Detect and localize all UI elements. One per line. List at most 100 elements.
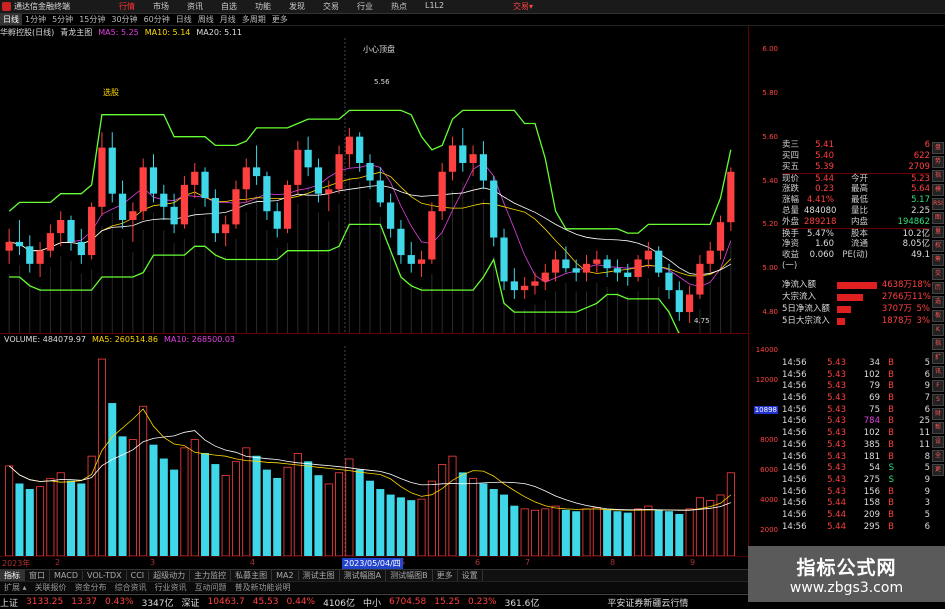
sidebar-button[interactable]: F xyxy=(932,380,944,392)
indicator-tab[interactable]: 私募主图 xyxy=(231,570,273,581)
trade-row[interactable]: 14:56 5.43 54 S 5 xyxy=(782,463,930,475)
period-button[interactable]: 月线 xyxy=(217,14,239,25)
indicator-tab[interactable]: CCI xyxy=(127,571,150,580)
menu-item[interactable]: 市场 xyxy=(144,1,178,12)
menu-item[interactable]: 热点 xyxy=(382,1,416,12)
indicator-tab[interactable]: VOL-TDX xyxy=(83,571,127,580)
indicator-tab[interactable]: MA2 xyxy=(272,571,299,580)
candle-body xyxy=(263,176,271,212)
period-button[interactable]: 日线 xyxy=(173,14,195,25)
indicator-tab[interactable]: MACD xyxy=(50,571,83,580)
trade-row[interactable]: 14:56 5.43 102 B 11 xyxy=(782,428,930,440)
sidebar-button[interactable]: 盘 xyxy=(932,142,944,154)
sidebar-button[interactable]: 量 xyxy=(932,226,944,238)
flow-key: 5日大宗流入 xyxy=(782,316,830,326)
trade-row[interactable]: 14:56 5.43 385 B 11 xyxy=(782,440,930,452)
sidebar-button[interactable]: 势 xyxy=(932,156,944,168)
candle-body xyxy=(15,241,24,247)
indicator-tab[interactable]: 测试幅图B xyxy=(386,570,433,581)
volume-bar xyxy=(427,480,436,556)
period-button[interactable]: 更多 xyxy=(269,14,291,25)
sidebar-button[interactable]: 指 xyxy=(932,338,944,350)
sidebar-button[interactable]: 模 xyxy=(932,184,944,196)
indicator-tab[interactable]: 指标 xyxy=(0,570,25,581)
quote-panel: 卖三 5.41 6 买四 5.40 622 买五 5.39 2709 现价 5.44 今开 5.23 涨跌… xyxy=(782,140,930,271)
sidebar-button[interactable]: 图 xyxy=(932,212,944,224)
sidebar-button[interactable]: 历 xyxy=(932,282,944,294)
indicator-tab[interactable]: 设置 xyxy=(458,570,483,581)
indicator-tab[interactable]: 更多 xyxy=(433,570,458,581)
menu-item[interactable]: 行业 xyxy=(348,1,382,12)
indicator-tab[interactable]: 测试幅图A xyxy=(340,570,387,581)
trade-row[interactable]: 14:56 5.43 156 B 9 xyxy=(782,487,930,499)
trade-row[interactable]: 14:56 5.43 102 B 6 xyxy=(782,370,930,382)
indicator-tab[interactable]: 超级动力 xyxy=(149,570,191,581)
indicator-tab[interactable]: 测试主图 xyxy=(299,570,340,581)
candle-body xyxy=(531,281,539,286)
menu-item[interactable]: 交易 xyxy=(314,1,348,12)
period-button[interactable]: 30分钟 xyxy=(108,14,140,25)
sidebar-button[interactable]: 筹 xyxy=(932,254,944,266)
trade-row[interactable]: 14:56 5.43 79 B 9 xyxy=(782,381,930,393)
extension-tab[interactable]: 综合资讯 xyxy=(111,582,151,593)
volume-bar xyxy=(355,469,364,556)
trade-row[interactable]: 14:56 5.43 181 B 8 xyxy=(782,452,930,464)
extension-tab[interactable]: 资金分布 xyxy=(71,582,111,593)
period-button[interactable]: 15分钟 xyxy=(76,14,108,25)
sidebar-button[interactable]: S xyxy=(932,394,944,406)
sidebar-button[interactable]: 板 xyxy=(932,310,944,322)
period-button[interactable]: 60分钟 xyxy=(141,14,173,25)
period-button[interactable]: 周线 xyxy=(195,14,217,25)
indicator-tab[interactable]: 窗口 xyxy=(25,570,50,581)
period-button[interactable]: 1分钟 xyxy=(22,14,49,25)
trade-row[interactable]: 14:56 5.44 209 B 5 xyxy=(782,510,930,522)
trade-row[interactable]: 14:56 5.43 69 B 7 xyxy=(782,393,930,405)
trade-volume: 34 xyxy=(869,358,880,368)
trade-row[interactable]: 14:56 5.43 784 B 25 xyxy=(782,416,930,428)
candle-body xyxy=(510,281,518,291)
sidebar-button[interactable]: 指 xyxy=(932,170,944,182)
menu-item[interactable]: 功能 xyxy=(246,1,280,12)
sidebar-button[interactable]: 交 xyxy=(932,268,944,280)
trade-row[interactable]: 14:56 5.43 34 B 5 xyxy=(782,358,930,370)
volume-chart[interactable] xyxy=(0,334,748,556)
sidebar-button[interactable]: 财 xyxy=(932,408,944,420)
candle-body xyxy=(675,290,683,313)
sidebar-button[interactable]: RSI xyxy=(932,198,944,210)
menu-item[interactable]: L1L2 xyxy=(416,1,453,12)
volume-bar xyxy=(417,498,426,556)
sidebar-button[interactable]: 设 xyxy=(932,436,944,448)
sidebar-button[interactable]: 更 xyxy=(932,464,944,476)
period-button[interactable]: 5分钟 xyxy=(49,14,76,25)
trade-count: 11 xyxy=(919,428,930,439)
trade-count: 7 xyxy=(924,393,930,404)
period-button[interactable]: 多周期 xyxy=(239,14,269,25)
menu-item[interactable]: 自选 xyxy=(212,1,246,12)
sidebar-button[interactable]: 全 xyxy=(932,450,944,462)
trade-row[interactable]: 14:56 5.43 275 S 9 xyxy=(782,475,930,487)
menu-item[interactable]: 行情 xyxy=(110,1,144,12)
menu-item[interactable]: 发现 xyxy=(280,1,314,12)
sidebar-button[interactable]: 权 xyxy=(932,240,944,252)
tick-trades-list[interactable]: 14:56 5.43 34 B 5 14:56 5.43 102 B 6 14:56 5.43 79 B 9… xyxy=(782,358,930,533)
candle-body xyxy=(706,250,714,264)
sidebar-button[interactable]: 选 xyxy=(932,296,944,308)
sidebar-button[interactable]: 帮 xyxy=(932,422,944,434)
extension-tab[interactable]: 互动问题 xyxy=(191,582,231,593)
trade-row[interactable]: 14:56 5.44 158 B 3 xyxy=(782,498,930,510)
period-button[interactable]: 日线 xyxy=(0,14,22,25)
trade-row[interactable]: 14:56 5.44 295 B 6 xyxy=(782,522,930,534)
menu-item[interactable]: 资讯 xyxy=(178,1,212,12)
indicator-tab[interactable]: 主力监控 xyxy=(190,570,232,581)
stock-name-label[interactable]: 华孵控股(日线) xyxy=(0,27,54,38)
sidebar-button[interactable]: 扩 xyxy=(932,352,944,364)
extension-tab[interactable]: 扩展 ▴ xyxy=(0,582,31,593)
sidebar-button[interactable]: 讯 xyxy=(932,366,944,378)
trade-row[interactable]: 14:56 5.43 75 B 6 xyxy=(782,405,930,417)
trade-menu-button[interactable]: 交易▾ xyxy=(513,1,533,12)
extension-tab[interactable]: 行业资讯 xyxy=(151,582,191,593)
extension-tab[interactable]: 关联报价 xyxy=(31,582,71,593)
extension-tab[interactable]: 普及新功能说明 xyxy=(231,582,295,593)
sidebar-button[interactable]: K xyxy=(932,324,944,336)
indicator-name-label[interactable]: 青龙主图 xyxy=(60,27,92,38)
